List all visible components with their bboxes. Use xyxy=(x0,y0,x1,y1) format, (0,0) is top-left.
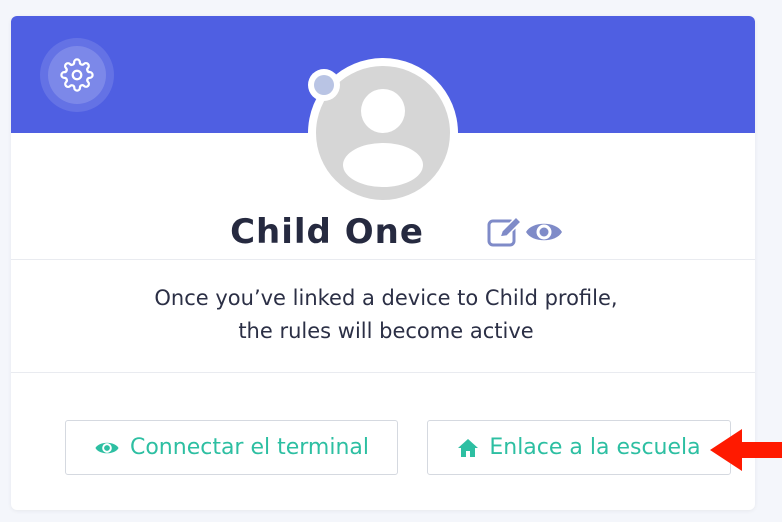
gear-icon xyxy=(60,58,94,92)
eye-icon xyxy=(95,442,119,453)
settings-button[interactable] xyxy=(40,38,114,112)
status-dot-icon xyxy=(314,75,334,95)
divider-bottom xyxy=(11,372,755,373)
eye-icon[interactable] xyxy=(525,218,563,246)
profile-name-actions xyxy=(487,214,563,250)
home-icon xyxy=(458,438,479,457)
profile-message: Once you’ve linked a device to Child pro… xyxy=(154,286,618,343)
divider-top xyxy=(11,259,755,260)
school-link-button[interactable]: Enlace a la escuela xyxy=(427,420,731,475)
connect-terminal-label: Connectar el terminal xyxy=(129,435,370,460)
connect-terminal-button[interactable]: Connectar el terminal xyxy=(65,420,398,475)
profile-card: Child One Once you’ve linked a device to… xyxy=(11,16,755,510)
settings-button-inner xyxy=(48,46,106,104)
status-indicator xyxy=(308,69,340,101)
edit-icon[interactable] xyxy=(487,216,523,248)
school-link-label: Enlace a la escuela xyxy=(489,435,701,460)
annotation-arrow-icon xyxy=(710,429,782,471)
